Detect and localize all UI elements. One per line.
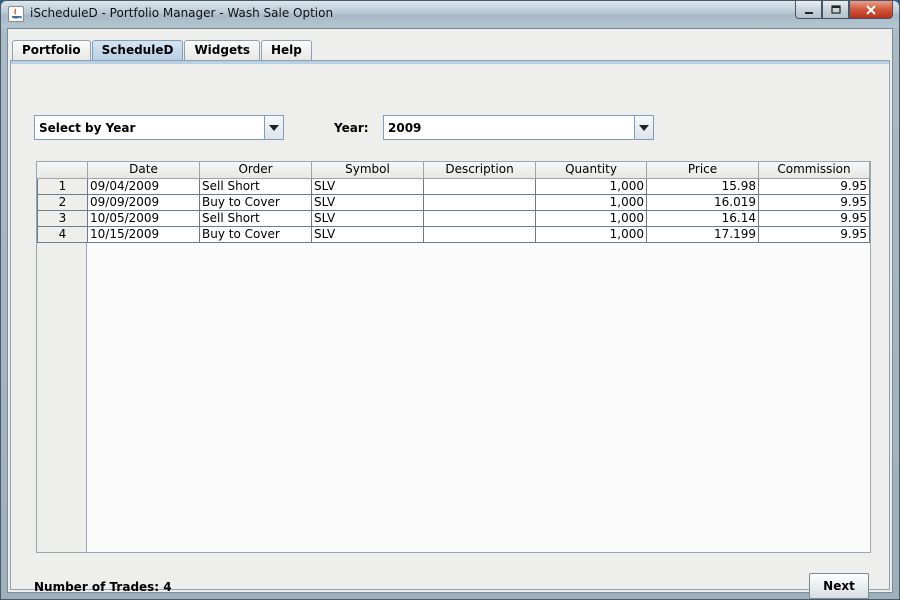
- panel-accent-line: [11, 61, 889, 64]
- dropdown-arrow-icon[interactable]: [634, 116, 653, 139]
- tab-bar: Portfolio ScheduleD Widgets Help: [12, 40, 313, 60]
- cell-date[interactable]: 10/05/2009: [87, 210, 200, 227]
- close-icon: [866, 4, 876, 15]
- row-number: 1: [37, 178, 88, 195]
- cell-description[interactable]: [423, 194, 536, 211]
- year-dropdown[interactable]: 2009: [383, 115, 654, 140]
- year-label: Year:: [334, 121, 369, 135]
- cell-commission[interactable]: 9.95: [758, 178, 870, 195]
- cell-quantity[interactable]: 1,000: [535, 226, 647, 243]
- cell-date[interactable]: 09/04/2009: [87, 178, 200, 195]
- cell-symbol[interactable]: SLV: [311, 178, 424, 195]
- cell-order[interactable]: Sell Short: [199, 210, 312, 227]
- client-area: Portfolio ScheduleD Widgets Help Select …: [7, 28, 893, 599]
- tab-widgets[interactable]: Widgets: [184, 40, 260, 60]
- close-button[interactable]: [849, 1, 893, 19]
- cell-quantity[interactable]: 1,000: [535, 210, 647, 227]
- cell-symbol[interactable]: SLV: [311, 226, 424, 243]
- corner-header: [37, 162, 88, 179]
- minimize-icon: [804, 11, 813, 14]
- number-of-trades-label: Number of Trades: 4: [34, 580, 172, 594]
- dropdown-arrow-icon[interactable]: [264, 116, 283, 139]
- next-button[interactable]: Next: [809, 573, 869, 599]
- cell-description[interactable]: [423, 226, 536, 243]
- table-header-row: Date Order Symbol Description Quantity P…: [37, 162, 870, 179]
- column-header-order[interactable]: Order: [199, 162, 312, 179]
- trades-table-container[interactable]: Date Order Symbol Description Quantity P…: [36, 161, 871, 553]
- column-header-description[interactable]: Description: [423, 162, 536, 179]
- tab-scheduled[interactable]: ScheduleD: [91, 40, 184, 60]
- app-window: iScheduleD - Portfolio Manager - Wash Sa…: [0, 0, 900, 600]
- year-value: 2009: [388, 120, 422, 135]
- scheduled-panel: Select by Year Year: 2009 Date Order Sym…: [10, 60, 890, 599]
- minimize-button[interactable]: [795, 1, 822, 19]
- cell-date[interactable]: 10/15/2009: [87, 226, 200, 243]
- cell-commission[interactable]: 9.95: [758, 226, 870, 243]
- title-bar[interactable]: iScheduleD - Portfolio Manager - Wash Sa…: [1, 1, 899, 27]
- table-row[interactable]: 3 10/05/2009 Sell Short SLV 1,000 16.14 …: [37, 210, 870, 227]
- table-row[interactable]: 2 09/09/2009 Buy to Cover SLV 1,000 16.0…: [37, 194, 870, 211]
- trades-table: Date Order Symbol Description Quantity P…: [37, 162, 870, 243]
- cell-symbol[interactable]: SLV: [311, 210, 424, 227]
- java-app-icon: [8, 6, 24, 22]
- cell-symbol[interactable]: SLV: [311, 194, 424, 211]
- select-mode-value: Select by Year: [39, 120, 136, 135]
- cell-price[interactable]: 17.199: [646, 226, 759, 243]
- cell-quantity[interactable]: 1,000: [535, 194, 647, 211]
- cell-commission[interactable]: 9.95: [758, 194, 870, 211]
- select-mode-dropdown[interactable]: Select by Year: [34, 115, 284, 140]
- row-number: 4: [37, 226, 88, 243]
- cell-order[interactable]: Buy to Cover: [199, 194, 312, 211]
- tab-portfolio[interactable]: Portfolio: [12, 40, 91, 60]
- column-header-commission[interactable]: Commission: [758, 162, 870, 179]
- tab-help[interactable]: Help: [260, 40, 312, 60]
- window-title: iScheduleD - Portfolio Manager - Wash Sa…: [30, 6, 334, 20]
- cell-date[interactable]: 09/09/2009: [87, 194, 200, 211]
- cell-description[interactable]: [423, 178, 536, 195]
- cell-price[interactable]: 16.14: [646, 210, 759, 227]
- row-number: 2: [37, 194, 88, 211]
- cell-price[interactable]: 16.019: [646, 194, 759, 211]
- maximize-button[interactable]: [822, 1, 849, 19]
- cell-price[interactable]: 15.98: [646, 178, 759, 195]
- cell-order[interactable]: Sell Short: [199, 178, 312, 195]
- column-header-symbol[interactable]: Symbol: [311, 162, 424, 179]
- cell-order[interactable]: Buy to Cover: [199, 226, 312, 243]
- row-number: 3: [37, 210, 88, 227]
- cell-commission[interactable]: 9.95: [758, 210, 870, 227]
- column-header-quantity[interactable]: Quantity: [535, 162, 647, 179]
- column-header-date[interactable]: Date: [87, 162, 200, 179]
- column-header-price[interactable]: Price: [646, 162, 759, 179]
- table-row[interactable]: 1 09/04/2009 Sell Short SLV 1,000 15.98 …: [37, 178, 870, 195]
- cell-quantity[interactable]: 1,000: [535, 178, 647, 195]
- table-row[interactable]: 4 10/15/2009 Buy to Cover SLV 1,000 17.1…: [37, 226, 870, 243]
- maximize-icon: [830, 4, 841, 14]
- cell-description[interactable]: [423, 210, 536, 227]
- window-controls: [795, 1, 893, 21]
